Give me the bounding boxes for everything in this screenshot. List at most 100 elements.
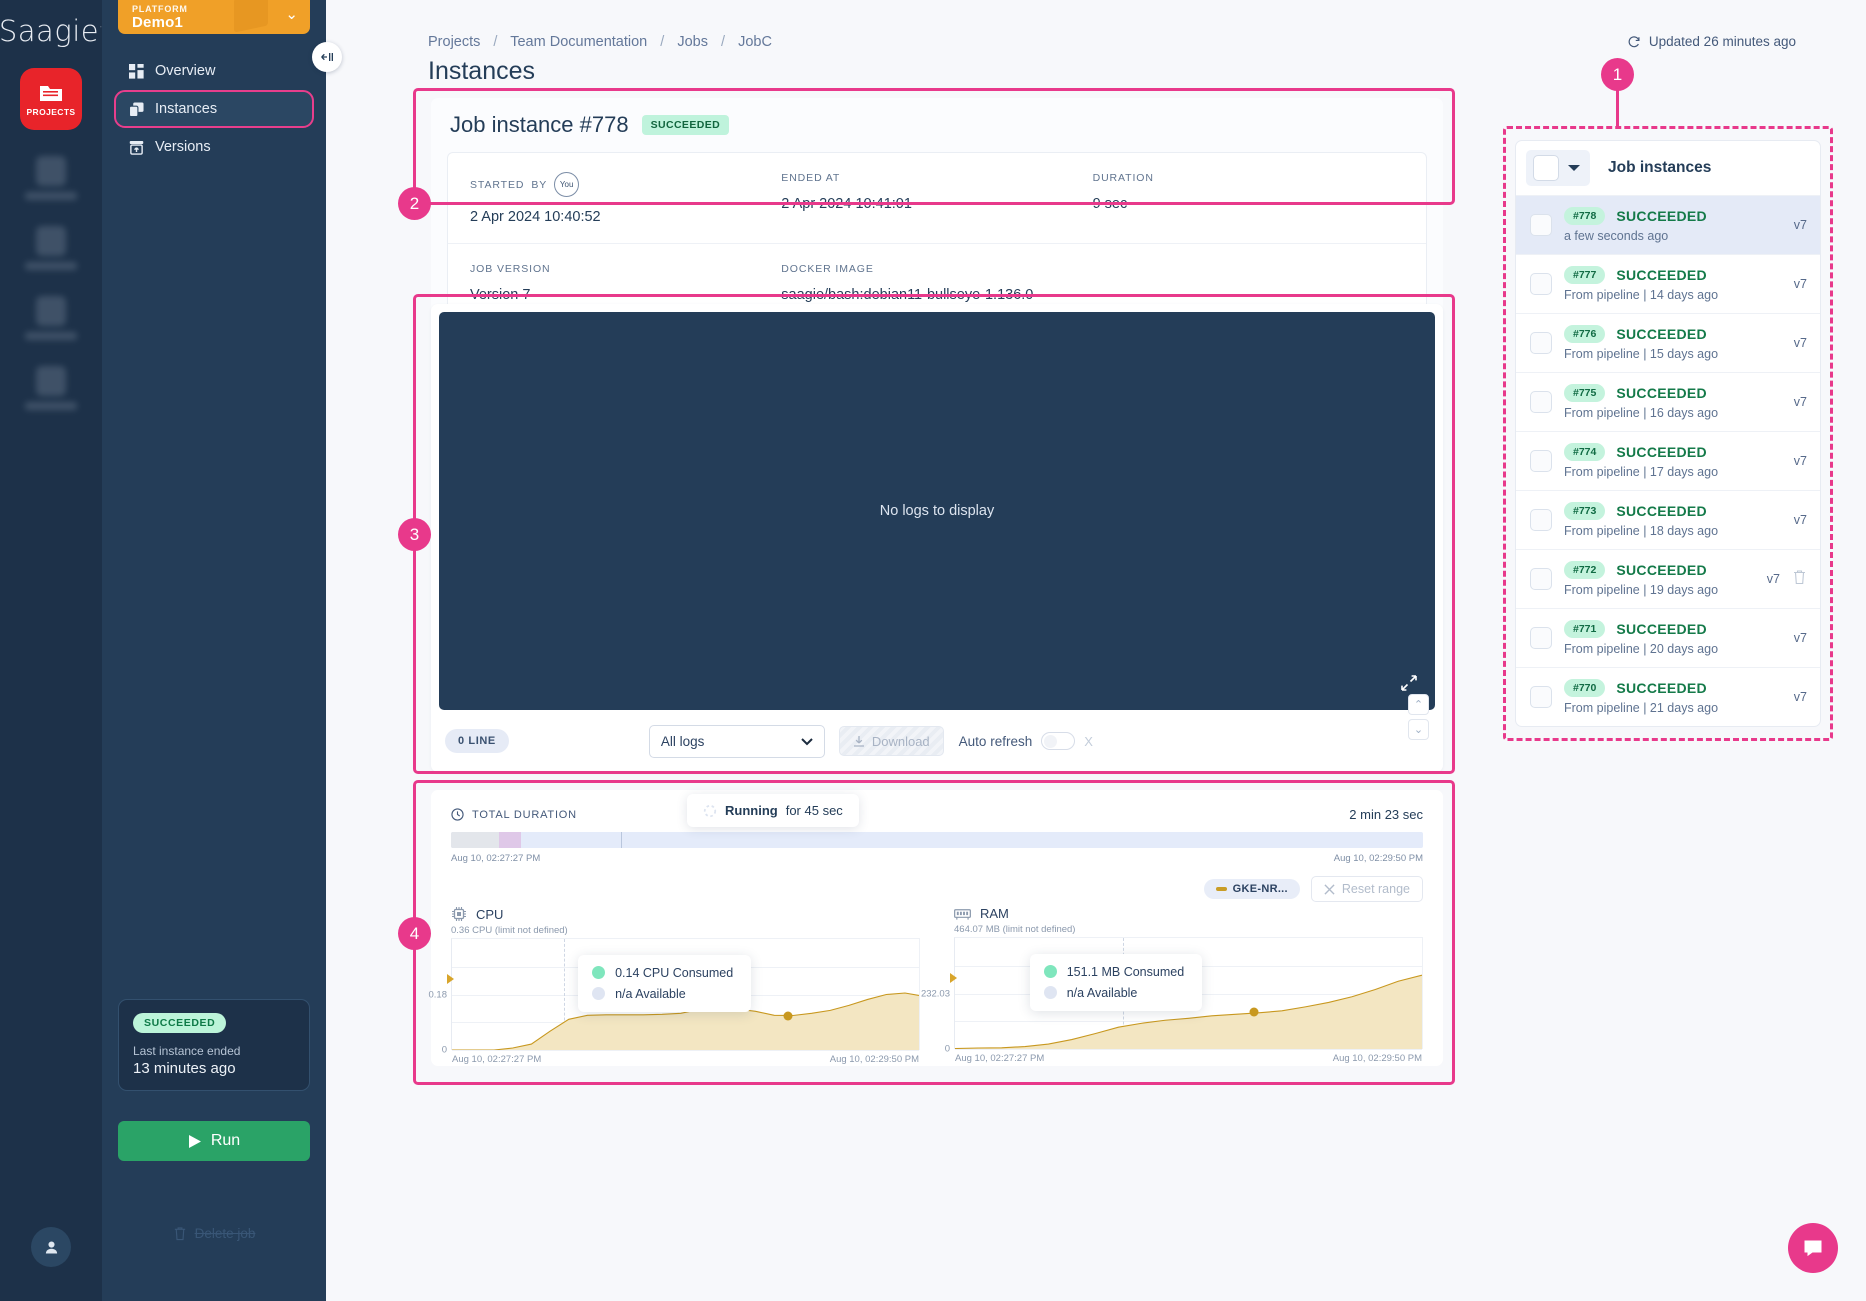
annotation-badge-1: 1 — [1601, 58, 1634, 91]
cpu-icon — [452, 907, 466, 921]
job-instance-row[interactable]: #775 SUCCEEDED From pipeline | 16 days ago… — [1516, 372, 1820, 431]
delete-job-button[interactable]: Delete job — [118, 1226, 310, 1241]
sidebar-item-instances[interactable]: Instances — [114, 90, 314, 128]
job-instance-checkbox[interactable] — [1530, 686, 1552, 708]
scroll-to-bottom-button[interactable]: ⌄ — [1408, 719, 1429, 740]
chart-legend-node[interactable]: GKE-NR... — [1203, 879, 1300, 899]
job-instance-row[interactable]: #776 SUCCEEDED From pipeline | 15 days ago… — [1516, 313, 1820, 372]
rail-item-hidden-4[interactable] — [25, 366, 77, 410]
job-instance-row[interactable]: #773 SUCCEEDED From pipeline | 18 days ago… — [1516, 490, 1820, 549]
chart-legend-label: GKE-NR... — [1232, 883, 1288, 895]
job-instance-row[interactable]: #774 SUCCEEDED From pipeline | 17 days ago… — [1516, 431, 1820, 490]
person-icon — [45, 1240, 57, 1253]
field-duration-value: 9 sec — [1092, 196, 1128, 212]
breadcrumb-projects[interactable]: Projects — [428, 34, 480, 50]
chevron-down-icon[interactable]: ⌄ — [285, 5, 298, 23]
job-instance-checkbox[interactable] — [1530, 568, 1552, 590]
job-instance-checkbox[interactable] — [1530, 214, 1552, 236]
download-label: Download — [871, 733, 930, 749]
blurred-icon — [36, 156, 66, 186]
sidebar-item-overview-label: Overview — [155, 63, 216, 79]
job-instances-rows: #778 SUCCEEDED a few seconds ago v7 #777 SUCC… — [1516, 195, 1820, 726]
rail-item-projects[interactable]: PROJECTS — [20, 68, 82, 130]
job-instance-status: SUCCEEDED — [1616, 680, 1707, 696]
breadcrumb-jobc[interactable]: JobC — [738, 34, 772, 50]
ram-xtick-end: Aug 10, 02:29:50 PM — [1332, 1053, 1422, 1064]
auto-refresh-toggle[interactable] — [1041, 732, 1076, 750]
job-instance-checkbox[interactable] — [1530, 273, 1552, 295]
chevron-down-icon[interactable] — [1567, 164, 1581, 173]
cpu-ymax-label: 0.36 — [451, 925, 470, 936]
ram-tooltip-available: n/a Available — [1066, 985, 1138, 1000]
logs-empty-message: No logs to display — [879, 503, 995, 519]
field-docker-image: DOCKER IMAGE saagie/bash:debian11-bullse… — [781, 263, 1397, 303]
job-instance-row[interactable]: #771 SUCCEEDED From pipeline | 20 days ago… — [1516, 608, 1820, 667]
job-instance-checkbox[interactable] — [1530, 627, 1552, 649]
delete-job-label: Delete job — [194, 1226, 256, 1241]
charts-row: CPU 0.36 CPU (limit not defined) 0.18 0 — [429, 906, 1423, 1065]
field-ended: ENDED AT 2 Apr 2024 10:41:01 — [781, 172, 1092, 225]
cpu-plot-area[interactable]: 0.18 0 0.14 CPU Consumed n/a Available A… — [429, 938, 920, 1065]
cpu-tooltip-available: n/a Available — [615, 986, 686, 1001]
download-logs-button[interactable]: Download — [838, 726, 944, 756]
breadcrumb-team-documentation[interactable]: Team Documentation — [510, 34, 647, 50]
platform-selector[interactable]: PLATFORM Demo1 ⌄ — [118, 0, 310, 34]
job-status-card: SUCCEEDED Last instance ended 13 minutes… — [118, 999, 310, 1091]
cpu-hover-point — [783, 1011, 793, 1021]
duration-segment-queued — [451, 832, 499, 848]
sidebar-item-versions[interactable]: Versions — [116, 130, 312, 164]
sidebar-item-versions-label: Versions — [155, 139, 211, 155]
run-button[interactable]: Run — [118, 1121, 310, 1161]
reset-range-button[interactable]: Reset range — [1310, 876, 1423, 902]
job-instance-checkbox[interactable] — [1530, 450, 1552, 472]
ram-xtick-start: Aug 10, 02:27:27 PM — [955, 1053, 1045, 1064]
expand-icon — [1401, 675, 1417, 691]
project-sidebar: PLATFORM Demo1 ⌄ Overview Instances Vers… — [102, 0, 342, 1301]
rail-item-hidden-2[interactable] — [25, 226, 77, 270]
field-started: STARTED BY You 2 Apr 2024 10:40:52 — [470, 172, 781, 225]
job-instance-row[interactable]: #777 SUCCEEDED From pipeline | 14 days ago… — [1516, 254, 1820, 313]
log-filter-select[interactable]: All logs — [648, 724, 825, 758]
job-instance-body: #778 SUCCEEDED a few seconds ago — [1564, 207, 1782, 243]
cpu-tooltip: 0.14 CPU Consumed n/a Available — [578, 954, 752, 1012]
ram-ytick-min: 0 — [944, 1043, 950, 1055]
job-instance-version: v7 — [1793, 513, 1807, 527]
job-instance-row[interactable]: #772 SUCCEEDED From pipeline | 19 days ago… — [1516, 549, 1820, 608]
field-ended-value: 2 Apr 2024 10:41:01 — [781, 196, 912, 212]
blurred-icon — [36, 296, 66, 326]
delete-instance-button[interactable] — [1792, 569, 1807, 590]
rail-item-hidden-1[interactable] — [25, 156, 77, 200]
started-text: STARTED — [470, 178, 525, 191]
log-scroll-controls: ⌃ ⌄ — [1408, 694, 1429, 740]
select-all-checkbox[interactable] — [1533, 155, 1559, 181]
scroll-to-top-button[interactable]: ⌃ — [1408, 694, 1429, 715]
breadcrumb-jobs[interactable]: Jobs — [677, 34, 708, 50]
user-avatar[interactable] — [31, 1227, 71, 1267]
job-instance-body: #777 SUCCEEDED From pipeline | 14 days ago — [1564, 266, 1782, 302]
job-instance-number: #772 — [1564, 561, 1606, 579]
duration-bar[interactable] — [451, 832, 1423, 848]
job-instance-checkbox[interactable] — [1530, 391, 1552, 413]
job-instance-row[interactable]: #778 SUCCEEDED a few seconds ago v7 — [1516, 195, 1820, 254]
rail-item-hidden-3[interactable] — [25, 296, 77, 340]
intercom-launcher[interactable] — [1788, 1223, 1838, 1273]
trash-icon — [174, 1227, 185, 1241]
instance-status-badge: SUCCEEDED — [641, 115, 730, 135]
job-instance-checkbox[interactable] — [1530, 509, 1552, 531]
job-instance-number: #775 — [1564, 384, 1606, 402]
project-nav: Overview Instances Versions — [102, 54, 326, 164]
collapse-sidebar-button[interactable] — [312, 42, 342, 72]
ram-plot-area[interactable]: 232.03 0 151.1 MB Consumed n/a Available… — [921, 937, 1423, 1064]
select-all-group[interactable] — [1526, 150, 1590, 186]
job-instance-subtitle: a few seconds ago — [1564, 229, 1669, 243]
logs-panel: No logs to display 0 LINE All logs Downl… — [431, 304, 1443, 772]
global-rail: Saagie· PROJECTS — [0, 0, 103, 1301]
field-duration-label: DURATION — [1092, 172, 1154, 184]
job-instance-status: SUCCEEDED — [1616, 267, 1707, 283]
field-job-version-label: JOB VERSION — [470, 263, 551, 275]
job-instance-checkbox[interactable] — [1530, 332, 1552, 354]
sidebar-item-overview[interactable]: Overview — [116, 54, 312, 88]
job-instance-row[interactable]: #770 SUCCEEDED From pipeline | 21 days ago… — [1516, 667, 1820, 726]
cpu-tooltip-consumed: 0.14 CPU Consumed — [615, 965, 734, 980]
consumed-dot-icon — [1043, 965, 1057, 979]
